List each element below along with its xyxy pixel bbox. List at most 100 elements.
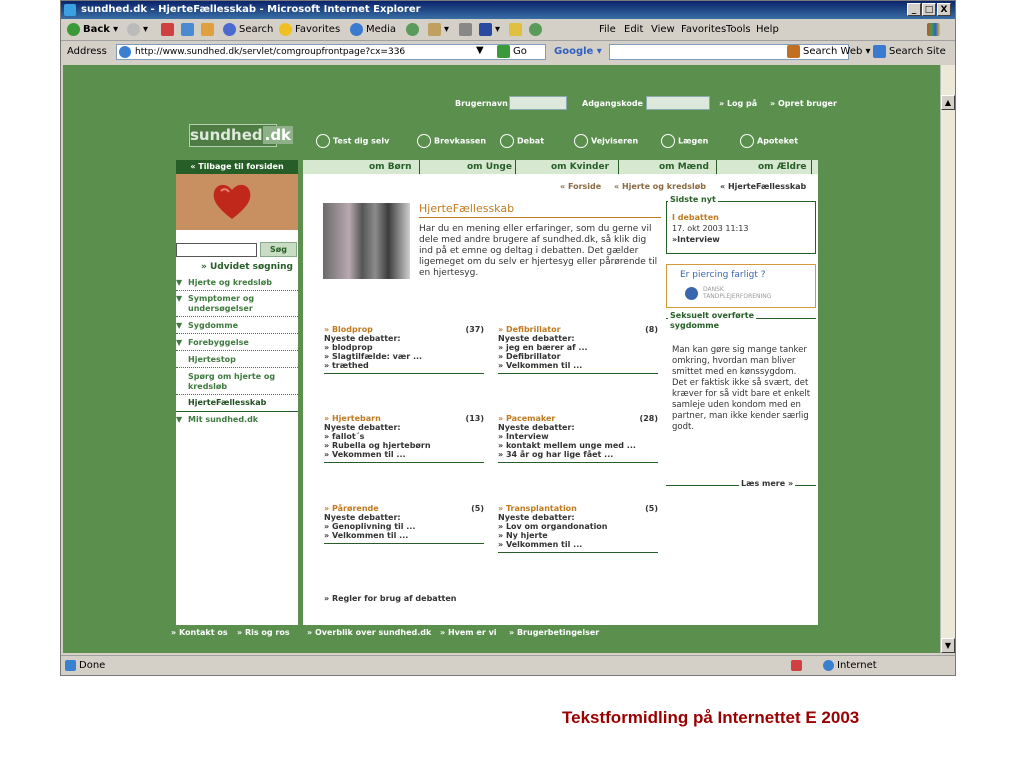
footer-contact-link[interactable]: » Kontakt os	[171, 628, 228, 637]
search-site-button[interactable]: Search Site	[873, 41, 946, 63]
forum-title[interactable]: » Pacemaker (28)	[498, 414, 658, 423]
menu-tools[interactable]: Tools	[726, 19, 751, 40]
print-icon[interactable]	[459, 19, 475, 40]
sidebar-item-spoerg[interactable]: Spørg om hjerte og kredsløb	[176, 372, 298, 395]
latest-news-link[interactable]: »Interview	[672, 234, 720, 245]
forum-link[interactable]: » træthed	[324, 361, 484, 370]
forum-link[interactable]: » Vekommen til ...	[324, 450, 484, 459]
username-input[interactable]	[509, 96, 567, 110]
refresh-icon[interactable]	[181, 19, 197, 40]
home-icon[interactable]	[201, 19, 217, 40]
forum-link[interactable]: » kontakt mellem unge med ...	[498, 441, 658, 450]
piercing-ad-text[interactable]: Er piercing farligt ?	[680, 270, 766, 281]
folder-icon[interactable]	[509, 19, 525, 40]
nav-debat[interactable]: Debat	[500, 134, 544, 148]
forward-button[interactable]: ▾	[127, 19, 148, 40]
sidebar-search-input[interactable]	[176, 243, 257, 257]
sidebar-item-mit-sundhed[interactable]: ▼ Mit sundhed.dk	[176, 415, 298, 428]
forum-title[interactable]: » Blodprop (37)	[324, 325, 484, 334]
favorites-button[interactable]: Favorites	[279, 19, 340, 40]
back-button[interactable]: Back ▾	[67, 19, 118, 40]
menu-file[interactable]: File	[599, 19, 616, 40]
forum-link[interactable]: » blodprop	[324, 343, 484, 352]
breadcrumb-hjerte[interactable]: « Hjerte og kredsløb	[614, 182, 706, 191]
search-web-button[interactable]: Search Web ▾	[787, 41, 871, 63]
status-bar: Done Internet	[61, 655, 955, 676]
menu-help[interactable]: Help	[756, 19, 779, 40]
footer-overview-link[interactable]: » Overblik over sundhed.dk	[307, 628, 431, 637]
forum-link[interactable]: » Interview	[498, 432, 658, 441]
nav-laegen[interactable]: Lægen	[661, 134, 708, 148]
category-maend[interactable]: om Mænd	[659, 160, 709, 174]
nav-apoteket[interactable]: Apoteket	[740, 134, 798, 148]
dental-association-logo-icon	[685, 287, 698, 300]
forum-title[interactable]: » Pårørende (5)	[324, 504, 484, 513]
menu-edit[interactable]: Edit	[624, 19, 643, 40]
go-button[interactable]: Go	[497, 41, 527, 63]
forum-link[interactable]: » Slagtilfælde: vær ...	[324, 352, 484, 361]
category-boern[interactable]: om Børn	[369, 160, 412, 174]
menu-view[interactable]: View	[651, 19, 675, 40]
forum-link[interactable]: » 34 år og har lige fået ...	[498, 450, 658, 459]
media-button[interactable]: Media	[350, 19, 396, 40]
minimize-button[interactable]: _	[907, 3, 921, 16]
category-aeldre[interactable]: om Ældre	[758, 160, 807, 174]
latest-news-category[interactable]: I debatten	[672, 212, 719, 223]
nav-test-dig-selv[interactable]: Test dig selv	[316, 134, 389, 148]
footer-feedback-link[interactable]: » Ris og ros	[237, 628, 290, 637]
forum-link[interactable]: » Ny hjerte	[498, 531, 658, 540]
footer-terms-link[interactable]: » Brugerbetingelser	[509, 628, 599, 637]
category-kvinder[interactable]: om Kvinder	[551, 160, 609, 174]
word-icon[interactable]: ▾	[479, 19, 500, 40]
login-link[interactable]: » Log på	[719, 99, 757, 108]
site-logo[interactable]: sundhed .dk	[189, 124, 294, 147]
address-dropdown-chevron-icon[interactable]: ▼	[476, 40, 484, 62]
scroll-down-arrow-icon[interactable]: ▼	[941, 638, 955, 653]
forum-link[interactable]: » Velkommen til ...	[498, 361, 658, 370]
forum-title[interactable]: » Hjertebarn (13)	[324, 414, 484, 423]
close-button[interactable]: X	[937, 3, 951, 16]
stop-icon[interactable]	[161, 19, 177, 40]
sidebar-item-forebyggelse[interactable]: ▼ Forebyggelse	[176, 338, 298, 351]
nav-vejviseren[interactable]: Vejviseren	[574, 134, 638, 148]
rules-link[interactable]: » Regler for brug af debatten	[324, 594, 456, 603]
advanced-search-link[interactable]: » Udvidet søgning	[201, 262, 293, 272]
forum-link[interactable]: » Defibrillator	[498, 352, 658, 361]
search-button[interactable]: Søg	[260, 242, 297, 257]
history-icon[interactable]	[406, 19, 422, 40]
read-more-link[interactable]: Læs mere »	[739, 479, 796, 488]
nav-brevkassen[interactable]: Brevkassen	[417, 134, 486, 148]
maximize-button[interactable]: □	[922, 3, 936, 16]
windows-logo-icon	[927, 19, 943, 40]
search-button[interactable]: Search	[223, 19, 273, 40]
menu-favorites[interactable]: Favorites	[681, 19, 726, 40]
vertical-scrollbar[interactable]: ▲ ▼	[940, 65, 955, 653]
forum-title[interactable]: » Transplantation (5)	[498, 504, 658, 513]
sidebar-item-sygdomme[interactable]: ▼ Sygdomme	[176, 321, 298, 334]
sidebar-item-hjerte-og-kredsloeb[interactable]: ▼ Hjerte og kredsløb	[176, 278, 298, 291]
forum-link[interactable]: » fallot´s	[324, 432, 484, 441]
forum-link[interactable]: » Lov om organdonation	[498, 522, 658, 531]
sidebar-item-hjertestop[interactable]: Hjertestop	[176, 355, 298, 368]
people-photo	[323, 203, 410, 279]
back-to-frontpage-link[interactable]: « Tilbage til forsiden	[176, 160, 298, 174]
forum-link[interactable]: » Rubella og hjertebørn	[324, 441, 484, 450]
forum-link[interactable]: » Velkommen til ...	[324, 531, 484, 540]
people-icon[interactable]	[529, 19, 545, 40]
create-user-link[interactable]: » Opret bruger	[770, 99, 837, 108]
category-unge[interactable]: om Unge	[467, 160, 512, 174]
password-input[interactable]	[646, 96, 710, 110]
forum-title[interactable]: » Defibrillator (8)	[498, 325, 658, 334]
sidebar-item-hjertefaellesskab[interactable]: HjerteFællesskab	[176, 398, 298, 412]
breadcrumb-forside[interactable]: « Forside	[560, 182, 601, 191]
dental-association-name: DANSK TANDPLEJERFORENING	[703, 286, 772, 300]
footer-about-link[interactable]: » Hvem er vi	[440, 628, 497, 637]
mail-icon[interactable]: ▾	[428, 19, 449, 40]
google-toolbar-button[interactable]: Google ▾	[554, 41, 602, 63]
triangle-down-icon: ▼	[176, 294, 183, 303]
forum-link[interactable]: » Genoplivning til ...	[324, 522, 484, 531]
sidebar-item-symptomer[interactable]: ▼ Symptomer og undersøgelser	[176, 294, 298, 317]
forum-link[interactable]: » jeg en bærer af ...	[498, 343, 658, 352]
forum-link[interactable]: » Velkommen til ...	[498, 540, 658, 549]
scroll-up-arrow-icon[interactable]: ▲	[941, 95, 955, 110]
